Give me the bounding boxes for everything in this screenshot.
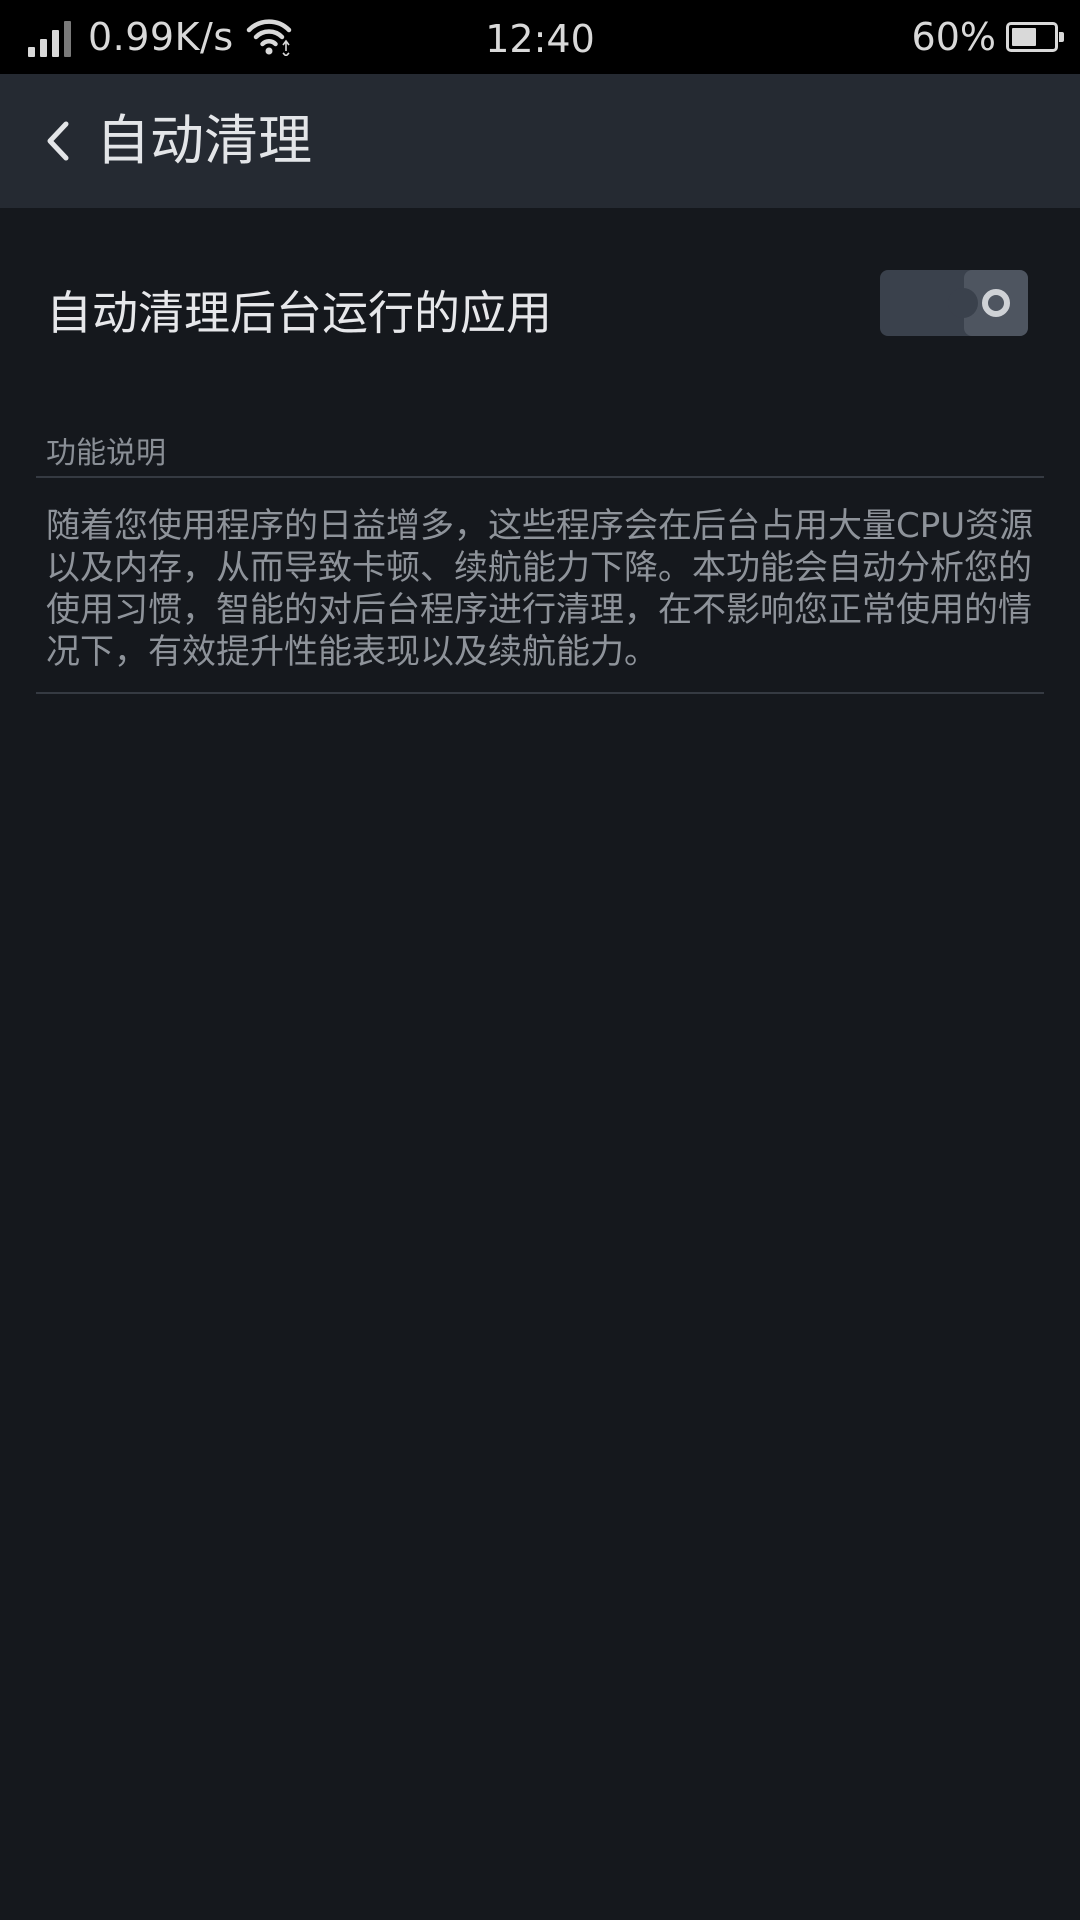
toggle-ring-icon (982, 289, 1010, 317)
battery-fill (1012, 28, 1036, 46)
page-title: 自动清理 (96, 109, 312, 172)
section-divider-top (36, 476, 1044, 478)
battery-nub (1059, 32, 1064, 42)
toggle-notch (948, 288, 978, 318)
status-right: 60% (911, 0, 1064, 74)
setting-label: 自动清理后台运行的应用 (46, 286, 552, 340)
feature-description: 随着您使用程序的日益增多，这些程序会在后台占用大量CPU资源以及内存，从而导致卡… (46, 506, 1034, 672)
section-divider-bottom (36, 692, 1044, 694)
setting-row-auto-clean[interactable]: 自动清理后台运行的应用 (0, 208, 1080, 398)
back-button[interactable] (18, 101, 98, 181)
section-header: 功能说明 (46, 436, 166, 471)
chevron-left-icon (47, 121, 69, 161)
action-bar: 自动清理 (0, 74, 1080, 208)
status-bar: 0.99K/s 12:40 60% (0, 0, 1080, 74)
battery-percent: 60% (911, 15, 996, 59)
battery-icon (1006, 22, 1064, 52)
auto-clean-screen: 0.99K/s 12:40 60% 自动清理 自动清理后台运行的应用 功能说明 … (0, 0, 1080, 1920)
auto-clean-toggle[interactable] (880, 270, 1028, 336)
